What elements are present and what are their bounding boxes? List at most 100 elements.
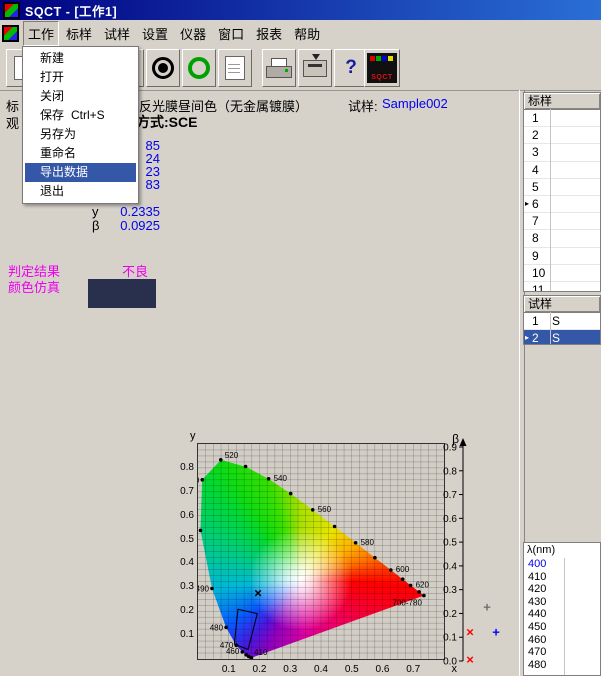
wavelength-row[interactable]: 430 xyxy=(524,596,600,609)
menu-item-标样[interactable]: 标样 xyxy=(61,21,97,46)
dropdown-item[interactable]: 新建 xyxy=(25,49,136,68)
help-button[interactable]: ? xyxy=(334,49,368,87)
standard-row[interactable]: 1 xyxy=(524,110,600,127)
wavelength-row[interactable]: 450 xyxy=(524,621,600,634)
standard-row[interactable]: 10 xyxy=(524,265,600,282)
menu-item-窗口[interactable]: 窗口 xyxy=(213,21,249,46)
standards-body: 12345▸67891011 xyxy=(524,110,600,292)
report-button[interactable] xyxy=(218,49,252,87)
svg-text:600: 600 xyxy=(396,565,410,574)
help-icon: ? xyxy=(345,57,357,79)
standard-row[interactable]: 9 xyxy=(524,248,600,265)
menu-item-设置[interactable]: 设置 xyxy=(137,21,173,46)
chromaticity-plot: 520510540560580600620700-780500490480470… xyxy=(197,443,445,660)
x-tick-label: 0.6 xyxy=(373,664,393,675)
sample-row[interactable]: 1S xyxy=(524,313,600,330)
svg-text:×: × xyxy=(466,652,474,667)
wavelength-row[interactable]: 440 xyxy=(524,608,600,621)
report-icon xyxy=(225,56,245,80)
y-tick-label: 0.8 xyxy=(174,462,194,473)
dropdown-item[interactable]: 保存Ctrl+S xyxy=(25,106,136,125)
color-simulation-swatch xyxy=(88,279,156,308)
title-bar: SQCT - [工作1] xyxy=(0,0,601,20)
sqct-logo-button[interactable]: SQCT xyxy=(364,49,400,87)
app-icon xyxy=(3,2,20,19)
wavelength-body: 400410420430440450460470480 xyxy=(524,558,600,671)
y-tick-label: 0.5 xyxy=(174,534,194,545)
svg-text:580: 580 xyxy=(361,538,375,547)
standard-row[interactable]: 5 xyxy=(524,179,600,196)
print-button[interactable] xyxy=(262,49,296,87)
svg-text:0.9: 0.9 xyxy=(443,443,457,454)
wavelength-row[interactable]: 420 xyxy=(524,583,600,596)
svg-text:0.0: 0.0 xyxy=(443,657,457,668)
menu-items: 工作标样试样设置仪器窗口报表帮助 xyxy=(22,21,326,46)
standard-row[interactable]: ▸6 xyxy=(524,196,600,213)
standard-row[interactable]: 2 xyxy=(524,127,600,144)
svg-text:+: + xyxy=(492,625,500,640)
svg-text:460: 460 xyxy=(226,647,240,656)
wavelength-row[interactable]: 480 xyxy=(524,659,600,672)
sample-name: Sample002 xyxy=(382,96,448,111)
wavelength-row[interactable]: 400 xyxy=(524,558,600,571)
document-icon[interactable] xyxy=(2,25,19,42)
beta-label: β xyxy=(92,218,99,233)
svg-text:520: 520 xyxy=(225,451,239,460)
wavelength-row[interactable]: 470 xyxy=(524,646,600,659)
wavelength-row[interactable]: 460 xyxy=(524,634,600,647)
x-tick-label: 0.3 xyxy=(280,664,300,675)
printer-icon xyxy=(266,58,292,78)
samples-header[interactable]: 试样 xyxy=(524,296,600,313)
sqct-logo-icon: SQCT xyxy=(367,53,397,83)
svg-text:510: 510 xyxy=(198,476,200,485)
menu-item-工作[interactable]: 工作 xyxy=(23,21,59,46)
standards-panel: 标样 12345▸67891011 xyxy=(523,92,601,292)
wavelength-header: λ(nm) xyxy=(524,543,600,558)
standard-row[interactable]: 3 xyxy=(524,144,600,161)
menu-item-仪器[interactable]: 仪器 xyxy=(175,21,211,46)
standard-row[interactable]: 8 xyxy=(524,230,600,247)
column-divider xyxy=(550,109,551,291)
dropdown-item[interactable]: 导出数据 xyxy=(25,163,136,182)
dropdown-item[interactable]: 打开 xyxy=(25,68,136,87)
measure-sample-button[interactable] xyxy=(182,49,216,87)
y-label: y xyxy=(92,204,99,219)
dropdown-item[interactable]: 关闭 xyxy=(25,87,136,106)
judgment-result: 不良 xyxy=(122,261,148,280)
standard-row[interactable]: 7 xyxy=(524,213,600,230)
green-ring-icon xyxy=(188,57,210,79)
column-divider xyxy=(564,558,565,675)
menu-item-帮助[interactable]: 帮助 xyxy=(289,21,325,46)
menu-item-试样[interactable]: 试样 xyxy=(99,21,135,46)
measure-standard-button[interactable] xyxy=(146,49,180,87)
dropdown-item[interactable]: 另存为 xyxy=(25,125,136,144)
svg-text:540: 540 xyxy=(274,474,288,483)
svg-text:0.4: 0.4 xyxy=(443,561,457,572)
svg-text:0.5: 0.5 xyxy=(443,538,457,549)
dropdown-item[interactable]: 退出 xyxy=(25,182,136,201)
svg-text:490: 490 xyxy=(198,585,210,594)
svg-text:410: 410 xyxy=(254,648,268,657)
y-tick-label: 0.3 xyxy=(174,581,194,592)
svg-text:0.3: 0.3 xyxy=(443,585,457,596)
export-device-icon xyxy=(303,60,327,77)
standards-header[interactable]: 标样 xyxy=(524,93,600,110)
menu-item-报表[interactable]: 报表 xyxy=(251,21,287,46)
wavelength-row[interactable]: 410 xyxy=(524,571,600,584)
sample-label: 试样: xyxy=(348,96,378,115)
y-value: 0.2335 xyxy=(100,204,160,219)
svg-text:480: 480 xyxy=(210,623,224,632)
x-tick-label: 0.5 xyxy=(342,664,362,675)
x-tick-label: 0.1 xyxy=(219,664,239,675)
y-tick-label: 0.1 xyxy=(174,629,194,640)
x-tick-label: 0.2 xyxy=(250,664,270,675)
y-tick-label: 0.7 xyxy=(174,486,194,497)
standard-row[interactable]: 4 xyxy=(524,162,600,179)
samples-body: 1S▸2S xyxy=(524,313,600,345)
export-button[interactable] xyxy=(298,49,332,87)
y-tick-label: 0.4 xyxy=(174,557,194,568)
dropdown-item[interactable]: 重命名 xyxy=(25,144,136,163)
standard-row[interactable]: 11 xyxy=(524,282,600,292)
sample-row[interactable]: ▸2S xyxy=(524,330,600,345)
svg-text:0.6: 0.6 xyxy=(443,514,457,525)
